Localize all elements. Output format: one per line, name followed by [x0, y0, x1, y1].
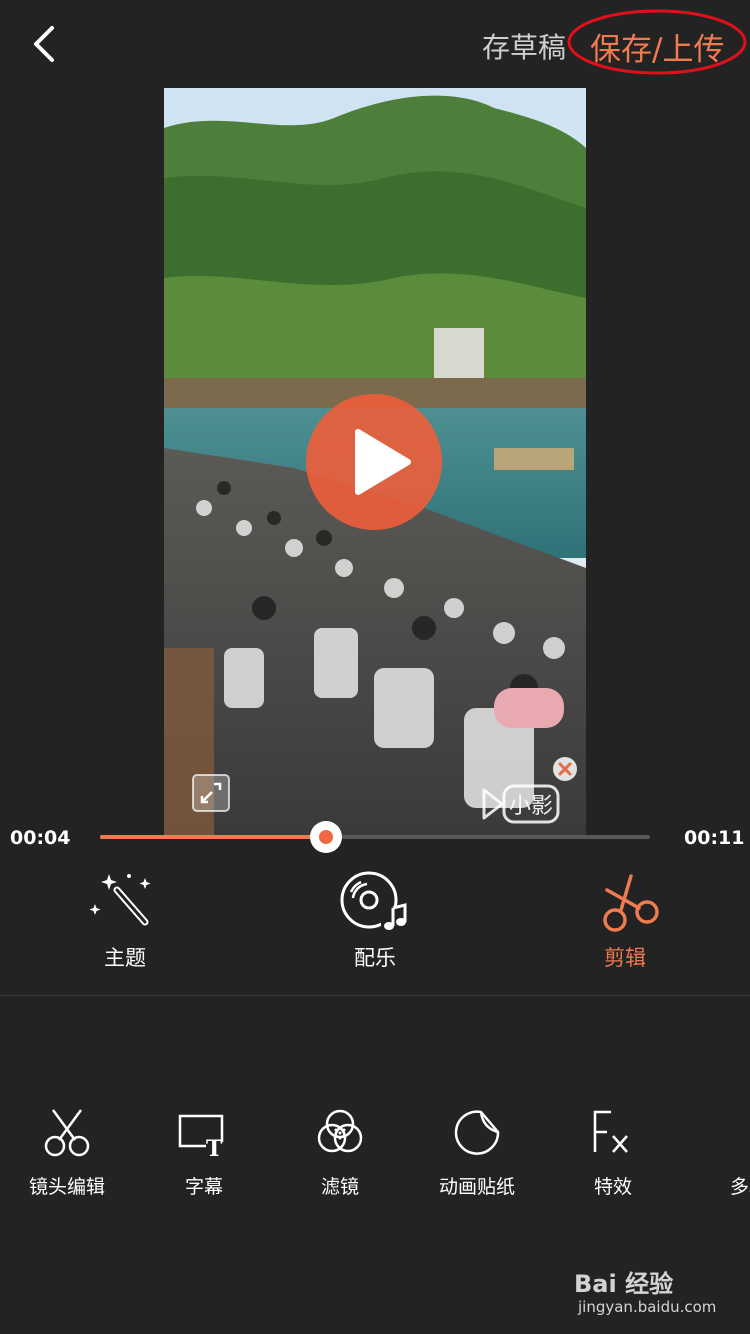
- tab-edit[interactable]: 剪辑: [555, 862, 695, 982]
- remove-watermark-button[interactable]: [552, 756, 578, 782]
- tool-filter-label: 滤镜: [320, 1176, 359, 1198]
- play-icon: [355, 429, 411, 495]
- total-time: 00:11: [684, 827, 745, 849]
- magic-wand-icon: [89, 874, 151, 926]
- filter-icon: [317, 1109, 363, 1153]
- tool-sticker[interactable]: 动画贴纸: [412, 1106, 542, 1212]
- save-upload-button[interactable]: 保存/上传: [590, 24, 724, 69]
- tool-filter[interactable]: 滤镜: [275, 1106, 405, 1212]
- tool-sticker-label: 动画贴纸: [438, 1176, 515, 1198]
- main-tab-bar: 主题 配乐 剪辑: [0, 862, 750, 994]
- save-draft-button[interactable]: 存草稿: [482, 26, 566, 66]
- watermark-url: jingyan.baidu.com: [578, 1298, 717, 1316]
- tool-fx[interactable]: 特效: [548, 1106, 678, 1212]
- scissors-icon: [44, 1109, 90, 1157]
- subtitle-icon: T: [178, 1114, 224, 1158]
- multi-segment-icon: [719, 1106, 750, 1158]
- video-watermark: 小影: [480, 782, 562, 826]
- sticker-icon: [454, 1110, 500, 1155]
- tab-music[interactable]: 配乐: [305, 862, 445, 982]
- tool-clip-edit-label: 镜头编辑: [28, 1176, 105, 1198]
- current-time: 00:04: [10, 827, 71, 849]
- music-disc-icon: [340, 871, 409, 932]
- back-button[interactable]: [26, 22, 66, 66]
- tab-theme[interactable]: 主题: [55, 862, 195, 982]
- play-button[interactable]: [306, 394, 442, 530]
- progress-bar[interactable]: [100, 821, 650, 853]
- fx-icon: [593, 1110, 628, 1153]
- baidu-jingyan-watermark: Bai 经验 jingyan.baidu.com: [574, 1264, 744, 1324]
- close-icon: [553, 757, 577, 781]
- progress-thumb[interactable]: [309, 821, 342, 853]
- tab-theme-label: 主题: [104, 946, 146, 970]
- tool-fx-label: 特效: [593, 1176, 632, 1198]
- fullscreen-button[interactable]: [192, 774, 230, 812]
- watermark-brand: Bai 经验: [574, 1270, 674, 1298]
- expand-icon: [192, 774, 230, 812]
- top-bar: 存草稿 保存/上传: [0, 0, 750, 88]
- video-preview[interactable]: 小影: [164, 88, 586, 836]
- section-divider: [0, 995, 750, 996]
- xiaoying-logo-icon: 小影: [482, 784, 560, 824]
- tool-multi-segment[interactable]: 多段: [684, 1106, 750, 1212]
- progress-fill: [100, 835, 326, 839]
- tab-edit-label: 剪辑: [604, 946, 646, 970]
- chevron-left-icon: [34, 26, 54, 62]
- edit-tool-bar: 镜头编辑 T 字幕 滤镜 动画贴纸 特效 多: [0, 1106, 750, 1216]
- svg-text:T: T: [206, 1136, 223, 1158]
- tool-subtitle-label: 字幕: [184, 1176, 223, 1198]
- tool-clip-edit[interactable]: 镜头编辑: [2, 1106, 132, 1212]
- tab-music-label: 配乐: [354, 946, 396, 970]
- watermark-text: 小影: [509, 794, 553, 819]
- tool-subtitle[interactable]: T 字幕: [139, 1106, 269, 1212]
- tool-multi-segment-label: 多段: [729, 1176, 750, 1198]
- scissors-icon: [603, 874, 659, 932]
